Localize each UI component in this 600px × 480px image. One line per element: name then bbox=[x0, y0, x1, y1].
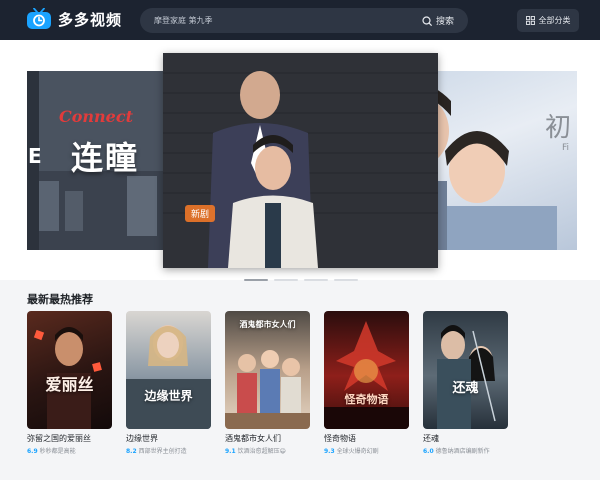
poster-title: 边缘世界 bbox=[144, 389, 193, 403]
video-score: 9.3 bbox=[324, 448, 335, 455]
all-categories-button[interactable]: 全部分类 bbox=[517, 9, 579, 32]
slide-brand-text: Connect bbox=[59, 107, 133, 126]
video-title[interactable]: 酒鬼都市女人们 bbox=[225, 433, 310, 444]
svg-text:E: E bbox=[28, 144, 42, 168]
video-score: 6.9 bbox=[27, 448, 38, 455]
video-score: 9.1 bbox=[225, 448, 236, 455]
video-description: 饮酒治愈超解压😄 bbox=[237, 448, 286, 455]
carousel-dot-2[interactable] bbox=[274, 279, 298, 281]
poster-title: 还魂 bbox=[452, 381, 479, 396]
video-title[interactable]: 弥留之国的爱丽丝 bbox=[27, 433, 112, 444]
carousel-indicators bbox=[244, 279, 358, 281]
carousel-slide-left[interactable]: E Connect 连瞳 bbox=[27, 71, 167, 250]
top-navigation-bar: 多多视频 搜索 全部分类 bbox=[0, 0, 600, 40]
carousel-dot-1[interactable] bbox=[244, 279, 268, 281]
video-meta: 8.2 西部世界主创打造 bbox=[126, 446, 211, 455]
poster-title: 酒鬼都市女人们 bbox=[239, 320, 296, 329]
video-poster[interactable]: 怪奇物语 bbox=[324, 311, 409, 429]
video-poster[interactable]: 酒鬼都市女人们 bbox=[225, 311, 310, 429]
video-poster[interactable]: 爱丽丝 bbox=[27, 311, 112, 429]
video-card[interactable]: 还魂 还魂 6.0 德鲁纳酒店编剧新作 bbox=[423, 311, 508, 455]
video-card[interactable]: 酒鬼都市女人们 酒鬼都市女人们 9.1 饮酒治愈超解压😄 bbox=[225, 311, 310, 455]
slide-title: 连瞳 bbox=[71, 139, 140, 177]
video-card[interactable]: 爱丽丝 弥留之国的爱丽丝 6.9 秒秒都是高能 bbox=[27, 311, 112, 455]
video-meta: 9.3 全球火爆奇幻剧 bbox=[324, 446, 409, 455]
tv-logo-icon bbox=[27, 8, 51, 29]
poster-title: 怪奇物语 bbox=[344, 393, 389, 406]
slide-right-subtitle: Fi bbox=[561, 143, 569, 153]
video-description: 秒秒都是高能 bbox=[39, 448, 76, 455]
video-meta: 6.9 秒秒都是高能 bbox=[27, 446, 112, 455]
slide-center-art bbox=[163, 53, 438, 268]
poster-title: 爱丽丝 bbox=[45, 375, 94, 394]
all-categories-label: 全部分类 bbox=[538, 16, 571, 25]
logo-text: 多多视频 bbox=[58, 10, 123, 29]
section-title: 最新最热推荐 bbox=[27, 293, 93, 306]
new-series-badge: 新剧 bbox=[185, 205, 216, 222]
grid-icon bbox=[525, 16, 535, 25]
video-poster[interactable]: 边缘世界 bbox=[126, 311, 211, 429]
video-meta: 9.1 饮酒治愈超解压😄 bbox=[225, 446, 310, 455]
video-description: 德鲁纳酒店编剧新作 bbox=[435, 448, 490, 455]
carousel-dot-3[interactable] bbox=[304, 279, 328, 281]
search-button-label: 搜索 bbox=[435, 17, 454, 27]
search-bar: 搜索 bbox=[140, 8, 468, 33]
slide-right-title: 初 bbox=[544, 113, 571, 143]
poster-art bbox=[324, 321, 409, 429]
video-meta: 6.0 德鲁纳酒店编剧新作 bbox=[423, 446, 508, 455]
search-button[interactable]: 搜索 bbox=[422, 14, 454, 27]
video-poster[interactable]: 还魂 bbox=[423, 311, 508, 429]
poster-art bbox=[33, 327, 102, 429]
logo[interactable]: 多多视频 bbox=[26, 8, 122, 30]
video-title[interactable]: 边缘世界 bbox=[126, 433, 211, 444]
video-description: 西部世界主创打造 bbox=[138, 448, 187, 455]
search-input[interactable] bbox=[140, 8, 422, 33]
search-icon bbox=[422, 15, 432, 26]
carousel-slide-center[interactable]: 新剧 bbox=[163, 53, 438, 268]
carousel-dot-4[interactable] bbox=[334, 279, 358, 281]
video-card[interactable]: 怪奇物语 怪奇物语 9.3 全球火爆奇幻剧 bbox=[324, 311, 409, 455]
poster-art bbox=[126, 325, 211, 429]
recommendation-list: 爱丽丝 弥留之国的爱丽丝 6.9 秒秒都是高能 边缘世界 边缘世界 8.2 西部世界… bbox=[27, 311, 522, 455]
video-score: 8.2 bbox=[126, 448, 137, 455]
video-description: 全球火爆奇幻剧 bbox=[336, 448, 379, 455]
video-title[interactable]: 还魂 bbox=[423, 433, 508, 444]
video-score: 6.0 bbox=[423, 448, 434, 455]
poster-art bbox=[437, 325, 496, 429]
video-title[interactable]: 怪奇物语 bbox=[324, 433, 409, 444]
video-card[interactable]: 边缘世界 边缘世界 8.2 西部世界主创打造 bbox=[126, 311, 211, 455]
banner-carousel: E Connect 连瞳 初 Fi 新剧 bbox=[0, 40, 600, 281]
